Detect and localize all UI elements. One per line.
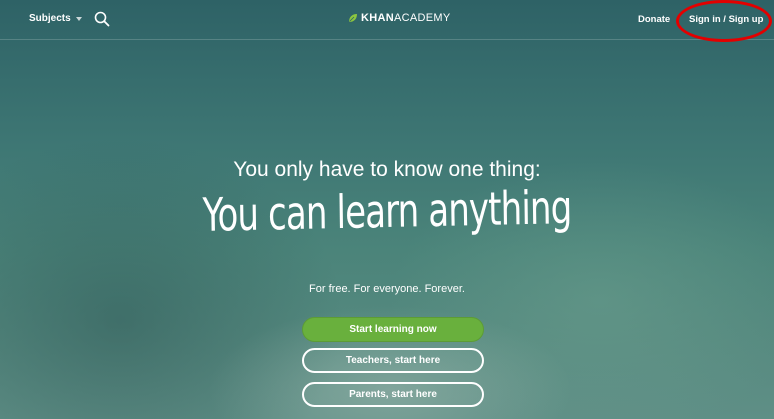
search-icon[interactable] <box>94 11 110 27</box>
hero-headline: You can learn anything <box>202 180 572 242</box>
parents-start-button[interactable]: Parents, start here <box>302 382 484 407</box>
subjects-menu[interactable]: Subjects <box>29 13 82 24</box>
chevron-down-icon <box>75 17 82 21</box>
hero-subline: For free. For everyone. Forever. <box>309 283 465 295</box>
top-navigation-bar: Subjects KHANACADEMY Donate Sign in / Si… <box>0 0 774 40</box>
sign-in-sign-up-link[interactable]: Sign in / Sign up <box>689 14 763 25</box>
donate-link[interactable]: Donate <box>638 14 670 25</box>
logo-text-academy: ACADEMY <box>393 12 451 24</box>
logo-text-khan: KHAN <box>361 12 394 24</box>
teachers-start-button[interactable]: Teachers, start here <box>302 348 484 373</box>
landing-page: Subjects KHANACADEMY Donate Sign in / Si… <box>0 0 774 419</box>
start-learning-button[interactable]: Start learning now <box>302 317 484 342</box>
subjects-label: Subjects <box>29 13 71 24</box>
leaf-icon <box>349 14 357 22</box>
khan-academy-logo[interactable]: KHANACADEMY <box>348 12 450 24</box>
